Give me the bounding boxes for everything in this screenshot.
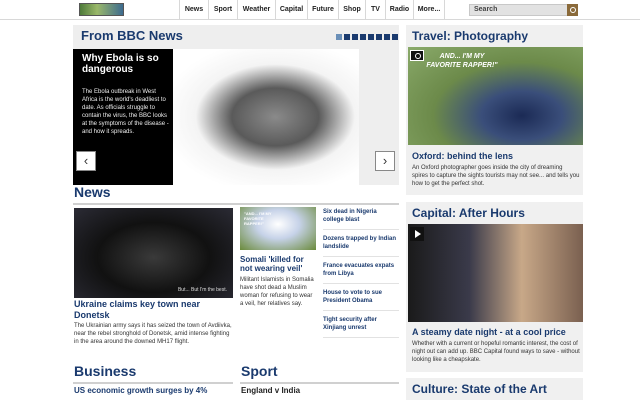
nav-item-future[interactable]: Future — [307, 0, 338, 20]
carousel-dot[interactable] — [360, 34, 366, 40]
search-input[interactable]: Search — [469, 4, 578, 16]
capital-section-title[interactable]: Capital: After Hours — [412, 206, 525, 220]
travel-summary: An Oxford photographer goes inside the c… — [412, 165, 580, 187]
business-section-title[interactable]: Business — [74, 363, 136, 379]
travel-section-title[interactable]: Travel: Photography — [412, 29, 528, 43]
list-item[interactable]: House to vote to sue President Obama — [323, 288, 399, 311]
carousel-dot[interactable] — [376, 34, 382, 40]
camera-icon — [410, 50, 424, 61]
culture-section-title[interactable]: Culture: State of the Art — [412, 382, 547, 396]
top-navigation: News Sport Weather Capital Future Shop T… — [0, 0, 640, 20]
carousel-dot[interactable] — [384, 34, 390, 40]
list-item[interactable]: Tight security after Xinjiang unrest — [323, 315, 399, 338]
list-item[interactable]: Dozens trapped by Indian landslide — [323, 234, 399, 257]
list-item[interactable]: Six dead in Nigeria college blast — [323, 207, 399, 230]
news-secondary-summary: Militant Islamists in Somalia have shot … — [240, 277, 314, 307]
list-item[interactable]: France evacuates expats from Libya — [323, 261, 399, 284]
secondary-image-caption: "AND... I'M MY FAVORITE RAPPER!" — [244, 211, 272, 226]
nav-item-news[interactable]: News — [179, 0, 208, 20]
carousel-dot[interactable] — [392, 34, 398, 40]
from-bbc-news-panel: From BBC News Why Ebola is so dangerous … — [73, 25, 399, 185]
news-headline-list: Six dead in Nigeria college blast Dozens… — [323, 207, 399, 342]
nav-item-capital[interactable]: Capital — [275, 0, 307, 20]
divider — [73, 203, 399, 205]
nav-item-shop[interactable]: Shop — [338, 0, 365, 20]
nav-menu: News Sport Weather Capital Future Shop T… — [179, 0, 445, 20]
nav-item-sport[interactable]: Sport — [208, 0, 237, 20]
divider — [73, 382, 233, 384]
news-secondary-headline[interactable]: Somali 'killed for not wearing veil' — [240, 255, 316, 273]
feature-body: The Ebola outbreak in West Africa is the… — [82, 89, 169, 135]
travel-headline[interactable]: Oxford: behind the lens — [412, 151, 513, 161]
news-lead-summary: The Ukrainian army says it has seized th… — [74, 323, 232, 345]
from-bbc-news-title: From BBC News — [81, 28, 183, 43]
prev-arrow-icon[interactable]: ‹ — [76, 151, 96, 171]
carousel-dots — [336, 34, 398, 40]
sport-headline[interactable]: England v India — [241, 386, 300, 395]
nav-item-radio[interactable]: Radio — [385, 0, 413, 20]
play-icon[interactable] — [410, 227, 424, 241]
travel-image-caption: AND... I'M MY FAVORITE RAPPER!" — [426, 53, 498, 69]
capital-summary: Whether with a current or hopeful romant… — [412, 341, 580, 363]
news-lead-headline[interactable]: Ukraine claims key town near Donetsk — [74, 299, 234, 321]
nav-item-weather[interactable]: Weather — [237, 0, 275, 20]
nav-item-tv[interactable]: TV — [365, 0, 385, 20]
capital-headline[interactable]: A steamy date night - at a cool price — [412, 327, 566, 337]
news-section-title[interactable]: News — [74, 184, 111, 200]
lead-image-caption: But... But I'm the best. — [177, 287, 227, 293]
search-icon[interactable] — [567, 4, 578, 16]
divider — [240, 382, 399, 384]
business-headline[interactable]: US economic growth surges by 4% — [74, 386, 207, 395]
news-lead-image[interactable]: But... But I'm the best. — [74, 208, 233, 298]
sport-section-title[interactable]: Sport — [241, 363, 278, 379]
carousel-dot[interactable] — [352, 34, 358, 40]
carousel-dot[interactable] — [336, 34, 342, 40]
nav-item-more[interactable]: More... — [413, 0, 445, 20]
next-arrow-icon[interactable]: › — [375, 151, 395, 171]
feature-photo[interactable] — [173, 49, 359, 185]
site-logo[interactable] — [79, 3, 124, 16]
news-secondary-image[interactable]: "AND... I'M MY FAVORITE RAPPER!" — [240, 207, 316, 250]
carousel-dot[interactable] — [368, 34, 374, 40]
feature-title[interactable]: Why Ebola is so dangerous — [82, 53, 170, 75]
capital-photo[interactable] — [408, 224, 583, 322]
carousel-dot[interactable] — [344, 34, 350, 40]
